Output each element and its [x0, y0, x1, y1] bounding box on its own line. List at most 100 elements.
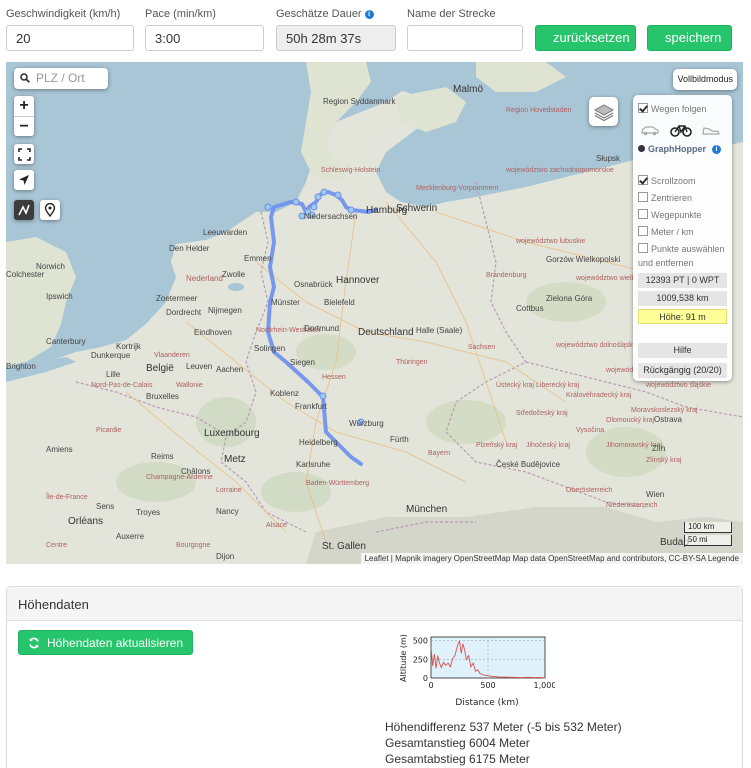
waypoints-label: Wegepunkte [651, 210, 702, 220]
checkbox[interactable] [638, 192, 648, 202]
expand-icon [17, 147, 31, 161]
map-label: Malmö [453, 84, 484, 95]
map-label: Niedersachsen [304, 212, 358, 221]
map-label: Canterbury [46, 337, 86, 346]
refresh-icon [29, 637, 39, 648]
checkbox[interactable] [638, 103, 648, 113]
walking-shoe-icon[interactable] [702, 125, 720, 136]
layers-button[interactable] [589, 97, 618, 126]
map-label: Dijon [216, 552, 235, 561]
x-tick-label: 0 [428, 681, 433, 690]
map-label: Středočeský kraj [516, 410, 568, 417]
locate-button[interactable] [14, 170, 34, 190]
pace-label: Pace (min/km) [145, 8, 216, 20]
map-label: Koblenz [270, 389, 299, 398]
map-label: Dortmund [304, 324, 340, 333]
layers-icon [593, 103, 614, 121]
map-label: Bruxelles [146, 392, 179, 401]
map-label: Den Helder [169, 244, 210, 253]
checkbox[interactable] [638, 226, 648, 236]
fullscreen-mode-button[interactable]: Vollbildmodus [673, 69, 737, 90]
map-label: České Budějovice [496, 460, 561, 469]
map-label: Zwolle [222, 270, 246, 279]
draw-route-button[interactable] [14, 200, 34, 220]
y-tick-label: 500 [413, 637, 428, 646]
map-label: Hannover [336, 275, 380, 286]
elevation-panel-title: Höhendaten [7, 587, 742, 621]
bicycle-icon[interactable] [670, 124, 692, 137]
map-label: Nancy [216, 507, 239, 516]
duration-label-text: Geschätze Dauer [276, 8, 362, 20]
map-label: Bayern [428, 450, 451, 457]
zoom-in-button[interactable]: + [14, 96, 34, 116]
search-icon [20, 73, 30, 83]
scrollzoom-toggle[interactable]: Scrollzoom [638, 175, 696, 187]
map-label: Cottbus [516, 304, 544, 313]
map-label: województwo śląskie [646, 382, 711, 389]
center-toggle[interactable]: Zentrieren [638, 192, 692, 204]
total-ascent: Gesamtanstieg 6004 Meter [385, 736, 530, 750]
map-label: Słupsk [596, 154, 621, 163]
map-label: województwo dolnośląskie [556, 342, 639, 349]
map-label: Liberecký kraj [536, 382, 580, 389]
map-label: Alsace [266, 522, 288, 529]
map-label: województwo zachodniopomorskie [506, 167, 614, 174]
speed-input[interactable]: 20 [6, 25, 134, 51]
help-button[interactable]: Hilfe [638, 343, 727, 358]
location-search-input[interactable]: PLZ / Ort [14, 68, 108, 89]
checkbox[interactable] [638, 209, 648, 219]
radio-selected[interactable] [638, 145, 645, 152]
map-label: Karlsruhe [296, 460, 331, 469]
map-label: Region Hovedstaden [506, 107, 572, 114]
undo-button[interactable]: Rückgängig (20/20) [638, 363, 727, 378]
map-label: Ipswich [46, 292, 73, 301]
location-arrow-icon [19, 175, 29, 185]
meter-km-toggle[interactable]: Meter / km [638, 226, 694, 238]
map-label: Ústecký kraj [496, 382, 535, 389]
route-map[interactable]: Malmö Region Syddanmark Schleswig-Holste… [6, 62, 743, 564]
map-label: Thüringen [396, 359, 428, 366]
map-label: Auxerre [116, 532, 145, 541]
fullscreen-button[interactable] [14, 144, 34, 164]
points-count: 12393 PT | 0 WPT [638, 273, 727, 288]
marker-button[interactable] [40, 200, 60, 220]
select-points-toggle[interactable]: Punkte auswählen [638, 243, 725, 255]
pace-input[interactable]: 3:00 [145, 25, 264, 51]
zoom-out-button[interactable]: − [14, 116, 34, 136]
map-label: Dunkerque [91, 351, 131, 360]
route-distance: 1009,538 km [638, 291, 727, 306]
map-label: Gorzów Wielkopolski [546, 255, 621, 264]
zoom-control: + − [14, 96, 34, 136]
routing-options-panel: Wegen folgen GraphHopper i Scrollzoom Zen… [633, 95, 732, 381]
info-icon[interactable]: i [712, 145, 722, 154]
map-label: Leeuwarden [203, 228, 248, 237]
map-label: Mecklenburg-Vorpommern [416, 185, 499, 192]
map-label: Île-de-France [46, 494, 88, 501]
map-label: Châlons [181, 467, 211, 476]
checkbox[interactable] [638, 243, 648, 253]
map-label: Leuven [186, 362, 213, 371]
map-label: Bielefeld [324, 298, 355, 307]
map-label: St. Gallen [322, 541, 366, 552]
map-label: Olomoucký kraj [606, 417, 655, 424]
route-name-input[interactable] [407, 25, 523, 51]
follow-roads-toggle[interactable]: Wegen folgen [638, 103, 706, 115]
map-pin-icon [44, 203, 56, 217]
router-label: GraphHopper [648, 144, 707, 154]
map-label: Oberösterreich [566, 487, 613, 494]
center-label: Zentrieren [651, 193, 693, 203]
map-label: Kortrijk [116, 342, 141, 351]
map-label: Frankfurt [295, 402, 328, 411]
refresh-elevation-button[interactable]: Höhendaten aktualisieren [18, 630, 194, 655]
x-axis-label: Distance (km) [455, 698, 518, 708]
save-button[interactable]: speichern [647, 25, 732, 51]
info-icon[interactable]: i [364, 10, 374, 19]
checkbox[interactable] [638, 175, 648, 185]
waypoints-toggle[interactable]: Wegepunkte [638, 209, 701, 221]
reset-button[interactable]: zurücksetzen [535, 25, 636, 51]
map-label: Luxembourg [204, 428, 260, 439]
map-label: Osnabrück [294, 280, 333, 289]
map-label: Plzeňský kraj [476, 442, 518, 449]
router-graphhopper[interactable]: GraphHopper i [638, 143, 722, 155]
car-icon[interactable] [640, 125, 660, 136]
